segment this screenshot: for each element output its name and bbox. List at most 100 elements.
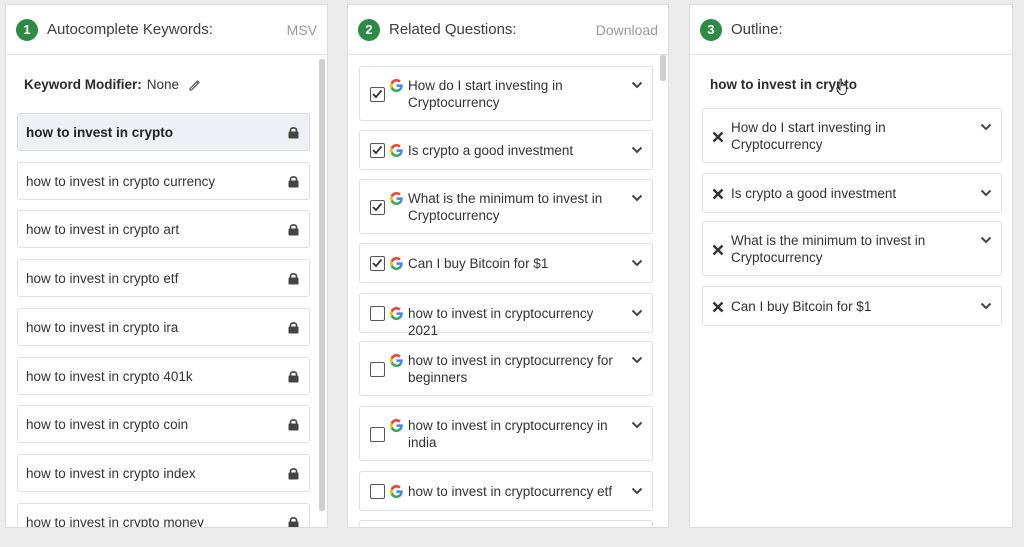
keyword-row[interactable]: how to invest in crypto coin xyxy=(17,405,310,443)
keyword-text: how to invest in crypto xyxy=(26,124,174,140)
outline-item-text: Can I buy Bitcoin for $1 xyxy=(731,299,872,314)
question-checkbox[interactable] xyxy=(370,427,385,442)
remove-icon[interactable] xyxy=(712,244,724,256)
google-icon xyxy=(390,419,403,432)
chevron-down-icon[interactable] xyxy=(980,189,992,197)
msv-button[interactable]: MSV xyxy=(287,22,317,38)
question-item[interactable]: how to invest in cryptocurrency 2021 xyxy=(359,293,653,338)
panel-title: Outline: xyxy=(731,21,783,38)
question-item[interactable]: How do I start investing in Cryptocurren… xyxy=(359,66,653,121)
lock-icon[interactable] xyxy=(288,418,299,431)
keyword-row[interactable]: how to invest in crypto xyxy=(17,113,310,151)
step-badge: 1 xyxy=(16,18,38,41)
question-item[interactable]: What is the minimum to invest in Cryptoc… xyxy=(359,179,653,234)
lock-icon[interactable] xyxy=(288,272,299,285)
question-text: Is crypto a good investment xyxy=(408,143,574,158)
keyword-row[interactable]: how to invest in crypto currency xyxy=(17,162,310,200)
keyword-text: how to invest in crypto art xyxy=(26,221,180,237)
modifier-label: Keyword Modifier: xyxy=(24,77,142,92)
chevron-down-icon[interactable] xyxy=(980,236,992,244)
keyword-row[interactable]: how to invest in crypto 401k xyxy=(17,357,310,395)
outline-item[interactable]: What is the minimum to invest in Cryptoc… xyxy=(702,221,1002,276)
chevron-down-icon[interactable] xyxy=(631,487,643,495)
step-badge: 2 xyxy=(358,18,380,41)
panel-title: Autocomplete Keywords: xyxy=(47,21,213,38)
chevron-down-icon[interactable] xyxy=(631,309,643,317)
pencil-icon[interactable] xyxy=(188,78,202,92)
question-checkbox[interactable] xyxy=(370,87,385,102)
lock-icon[interactable] xyxy=(288,175,299,188)
step-badge: 3 xyxy=(700,18,722,41)
keyword-row[interactable]: how to invest in crypto index xyxy=(17,454,310,492)
remove-icon[interactable] xyxy=(712,188,724,200)
chevron-down-icon[interactable] xyxy=(631,356,643,364)
google-icon xyxy=(390,192,403,205)
google-icon xyxy=(390,307,403,320)
question-text: how to invest in cryptocurrency in india xyxy=(408,418,608,450)
keyword-row[interactable]: how to invest in crypto money xyxy=(17,503,310,529)
chevron-down-icon[interactable] xyxy=(631,146,643,154)
chevron-down-icon[interactable] xyxy=(631,421,643,429)
google-icon xyxy=(390,257,403,270)
google-icon xyxy=(390,79,403,92)
remove-icon[interactable] xyxy=(712,131,724,143)
related-questions-panel: 2 Related Questions: Download How do I s… xyxy=(347,4,669,528)
keyword-row[interactable]: how to invest in crypto art xyxy=(17,210,310,248)
chevron-down-icon[interactable] xyxy=(631,194,643,202)
question-checkbox[interactable] xyxy=(370,200,385,215)
question-text: How do I start investing in Cryptocurren… xyxy=(408,78,563,110)
outline-panel: 3 Outline: how to invest in crypto How d… xyxy=(689,4,1013,528)
scrollbar[interactable] xyxy=(660,55,666,507)
question-checkbox[interactable] xyxy=(370,256,385,271)
download-button[interactable]: Download xyxy=(596,22,658,38)
lock-icon[interactable] xyxy=(288,126,299,139)
keyword-text: how to invest in crypto currency xyxy=(26,173,216,189)
chevron-down-icon[interactable] xyxy=(631,81,643,89)
keyword-row[interactable]: how to invest in crypto ira xyxy=(17,308,310,346)
outline-item-text: How do I start investing in Cryptocurren… xyxy=(731,120,886,152)
chevron-down-icon[interactable] xyxy=(980,302,992,310)
google-icon xyxy=(390,354,403,367)
remove-icon[interactable] xyxy=(712,301,724,313)
hand-cursor-icon xyxy=(836,78,847,95)
chevron-down-icon[interactable] xyxy=(980,123,992,131)
outline-item-text: What is the minimum to invest in Cryptoc… xyxy=(731,233,926,265)
keyword-text: how to invest in crypto index xyxy=(26,465,196,481)
question-text: how to invest in cryptocurrency 2021 xyxy=(408,306,594,338)
question-item[interactable]: Is crypto a good investment xyxy=(359,130,653,170)
keyword-text: how to invest in crypto money xyxy=(26,514,204,528)
question-item[interactable]: how to invest in cryptocurrency etf xyxy=(359,471,653,511)
question-checkbox[interactable] xyxy=(370,306,385,321)
question-text: how to invest in cryptocurrency for begi… xyxy=(408,353,613,385)
lock-icon[interactable] xyxy=(288,467,299,480)
autocomplete-keywords-panel: 1 Autocomplete Keywords: MSV Keyword Mod… xyxy=(5,4,328,528)
lock-icon[interactable] xyxy=(288,321,299,334)
question-item[interactable]: how to invest in cryptocurrency in india xyxy=(359,406,653,461)
chevron-down-icon[interactable] xyxy=(631,259,643,267)
outline-item[interactable]: Is crypto a good investment xyxy=(702,173,1002,213)
keyword-row[interactable]: how to invest in crypto etf xyxy=(17,259,310,297)
lock-icon[interactable] xyxy=(288,370,299,383)
question-text: What is the minimum to invest in Cryptoc… xyxy=(408,191,603,223)
question-item[interactable] xyxy=(359,520,653,527)
panel-title: Related Questions: xyxy=(389,21,517,38)
question-checkbox[interactable] xyxy=(370,484,385,499)
panel-header: 1 Autocomplete Keywords: MSV xyxy=(6,5,327,55)
question-checkbox[interactable] xyxy=(370,362,385,377)
google-icon xyxy=(390,144,403,157)
keyword-text: how to invest in crypto etf xyxy=(26,270,179,286)
outline-item[interactable]: Can I buy Bitcoin for $1 xyxy=(702,286,1002,326)
lock-icon[interactable] xyxy=(288,516,299,529)
question-item[interactable]: how to invest in cryptocurrency for begi… xyxy=(359,341,653,396)
outline-item[interactable]: How do I start investing in Cryptocurren… xyxy=(702,108,1002,163)
question-text: Can I buy Bitcoin for $1 xyxy=(408,256,549,271)
lock-icon[interactable] xyxy=(288,223,299,236)
question-checkbox[interactable] xyxy=(370,143,385,158)
modifier-value: None xyxy=(146,77,180,92)
keyword-text: how to invest in crypto 401k xyxy=(26,368,193,384)
question-item[interactable]: Can I buy Bitcoin for $1 xyxy=(359,243,653,283)
outline-title[interactable]: how to invest in crypto xyxy=(710,77,857,92)
google-icon xyxy=(390,485,403,498)
scrollbar[interactable] xyxy=(319,59,325,511)
outline-item-text: Is crypto a good investment xyxy=(731,186,897,201)
